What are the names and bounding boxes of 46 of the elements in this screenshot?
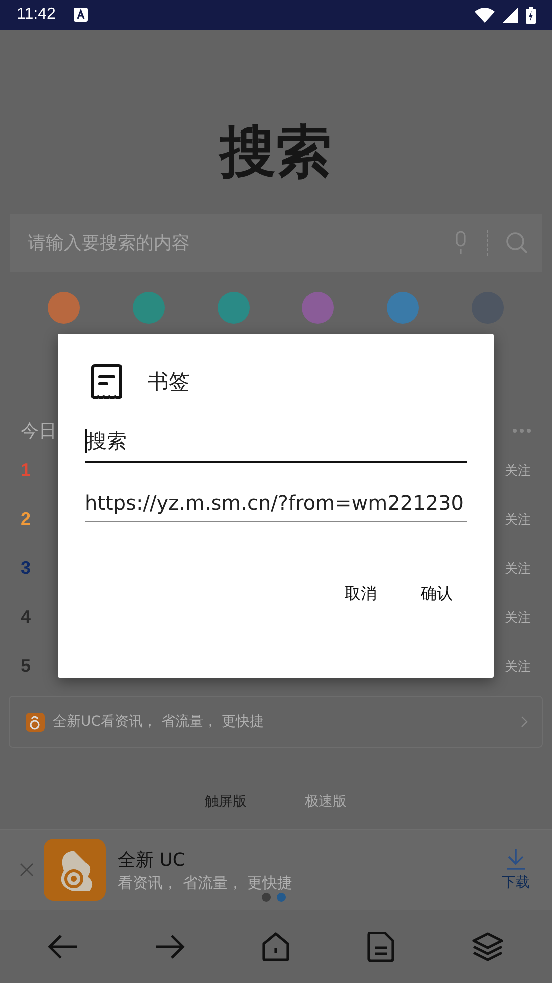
rank-number: 4 — [21, 607, 32, 628]
signal-icon — [503, 8, 518, 22]
dialog-button[interactable]: 确认 — [421, 580, 453, 609]
battery-icon — [526, 6, 536, 24]
follow-link[interactable]: 关注 — [505, 560, 531, 578]
follow-link[interactable]: 关注 — [505, 608, 531, 626]
wifi-icon — [475, 8, 495, 22]
follow-link[interactable]: 关注 — [505, 462, 531, 480]
download-button[interactable]: 下载 — [502, 848, 530, 892]
receipt-icon — [90, 364, 124, 400]
promo-subtitle: 看资讯， 省流量， 更快捷 — [118, 874, 293, 892]
search-field[interactable]: 请输入要搜索的内容 — [10, 214, 542, 272]
input-field[interactable]: https://yz.m.sm.cn/?from=wm221230 — [85, 491, 467, 522]
download-icon — [505, 848, 527, 870]
shortcut-icon[interactable] — [48, 292, 80, 324]
back-icon[interactable] — [48, 934, 78, 960]
version-tab[interactable]: 触屏版 — [205, 793, 247, 821]
rank-number: 5 — [21, 656, 32, 677]
home-icon[interactable] — [262, 932, 290, 962]
forward-icon[interactable] — [155, 934, 186, 960]
dialog-title: 书签 — [148, 369, 190, 396]
chevron-right-icon — [521, 716, 528, 728]
status-time: 11:42 — [17, 6, 56, 24]
promo-banner[interactable]: 全新UC看资讯， 省流量， 更快捷 — [9, 696, 543, 748]
follow-link[interactable]: 关注 — [505, 658, 531, 676]
input-field[interactable]: 搜索 — [85, 428, 467, 463]
keyboard-a-icon — [74, 8, 88, 22]
more-icon[interactable] — [513, 429, 531, 433]
promo-title: 全新 UC — [118, 848, 186, 872]
document-icon[interactable] — [366, 932, 395, 962]
follow-link[interactable]: 关注 — [505, 510, 531, 528]
shortcut-icon[interactable] — [132, 292, 165, 324]
rank-number: 1 — [21, 460, 32, 481]
shortcut-icon[interactable] — [386, 292, 419, 324]
section-title: 今日 — [21, 420, 57, 443]
layers-icon[interactable] — [472, 932, 504, 962]
microphone-icon[interactable] — [453, 231, 469, 255]
shortcut-icon[interactable] — [218, 292, 250, 324]
shortcut-icon[interactable] — [302, 292, 334, 324]
rank-number: 3 — [21, 558, 32, 579]
rank-number: 2 — [21, 509, 32, 530]
search-icon[interactable] — [506, 232, 528, 254]
version-tab[interactable]: 极速版 — [305, 793, 347, 821]
close-icon[interactable] — [20, 863, 34, 877]
dialog-button[interactable]: 取消 — [345, 580, 377, 609]
page-title: 搜索 — [218, 119, 333, 187]
